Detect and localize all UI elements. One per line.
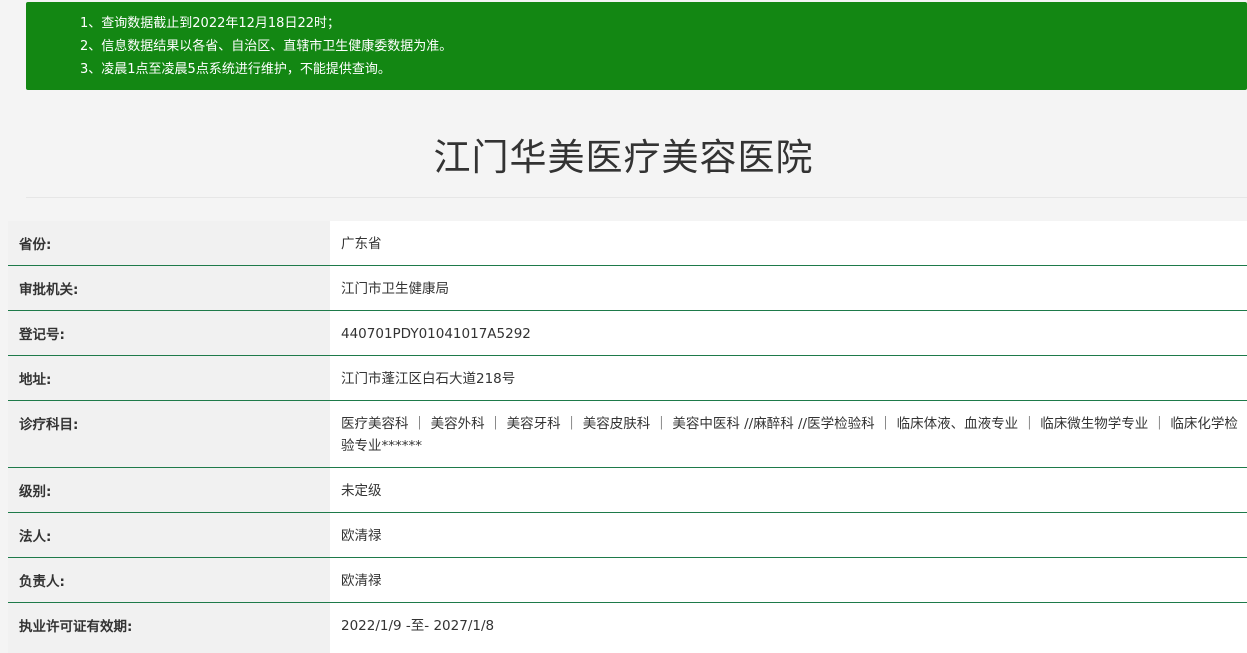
info-row-approval-authority: 审批机关: 江门市卫生健康局 bbox=[8, 266, 1247, 311]
title-divider bbox=[26, 197, 1247, 198]
notice-banner: 1、查询数据截止到2022年12月18日22时； 2、信息数据结果以各省、自治区… bbox=[26, 2, 1247, 90]
info-row-province: 省份: 广东省 bbox=[8, 221, 1247, 266]
field-label: 负责人: bbox=[8, 558, 330, 602]
info-row-registration-number: 登记号: 440701PDY01041017A5292 bbox=[8, 311, 1247, 356]
field-label: 登记号: bbox=[8, 311, 330, 355]
field-label: 审批机关: bbox=[8, 266, 330, 310]
field-value: 未定级 bbox=[330, 468, 1247, 512]
field-value: 江门市蓬江区白石大道218号 bbox=[330, 356, 1247, 400]
field-value: 江门市卫生健康局 bbox=[330, 266, 1247, 310]
notice-line: 3、凌晨1点至凌晨5点系统进行维护，不能提供查询。 bbox=[80, 62, 391, 77]
info-table: 省份: 广东省 审批机关: 江门市卫生健康局 登记号: 440701PDY010… bbox=[8, 221, 1247, 653]
notice-line: 1、查询数据截止到2022年12月18日22时； bbox=[80, 16, 340, 31]
field-label: 执业许可证有效期: bbox=[8, 603, 330, 653]
field-value: 欧清禄 bbox=[330, 558, 1247, 602]
info-row-legal-person: 法人: 欧清禄 bbox=[8, 513, 1247, 558]
info-row-person-in-charge: 负责人: 欧清禄 bbox=[8, 558, 1247, 603]
field-value: 医疗美容科 ｜ 美容外科 ｜ 美容牙科 ｜ 美容皮肤科 ｜ 美容中医科 //麻醉… bbox=[330, 401, 1247, 467]
field-value: 欧清禄 bbox=[330, 513, 1247, 557]
field-label: 级别: bbox=[8, 468, 330, 512]
info-row-level: 级别: 未定级 bbox=[8, 468, 1247, 513]
field-value: 2022/1/9 -至- 2027/1/8 bbox=[330, 603, 1247, 653]
page-title: 江门华美医疗美容医院 bbox=[433, 136, 814, 179]
field-label: 法人: bbox=[8, 513, 330, 557]
field-value: 广东省 bbox=[330, 221, 1247, 265]
info-row-departments: 诊疗科目: 医疗美容科 ｜ 美容外科 ｜ 美容牙科 ｜ 美容皮肤科 ｜ 美容中医… bbox=[8, 401, 1247, 468]
notice-line: 2、信息数据结果以各省、自治区、直辖市卫生健康委数据为准。 bbox=[80, 39, 453, 54]
field-label: 地址: bbox=[8, 356, 330, 400]
info-row-address: 地址: 江门市蓬江区白石大道218号 bbox=[8, 356, 1247, 401]
info-row-license-validity: 执业许可证有效期: 2022/1/9 -至- 2027/1/8 bbox=[8, 603, 1247, 653]
field-label: 省份: bbox=[8, 221, 330, 265]
field-value: 440701PDY01041017A5292 bbox=[330, 311, 1247, 355]
field-label: 诊疗科目: bbox=[8, 401, 330, 467]
